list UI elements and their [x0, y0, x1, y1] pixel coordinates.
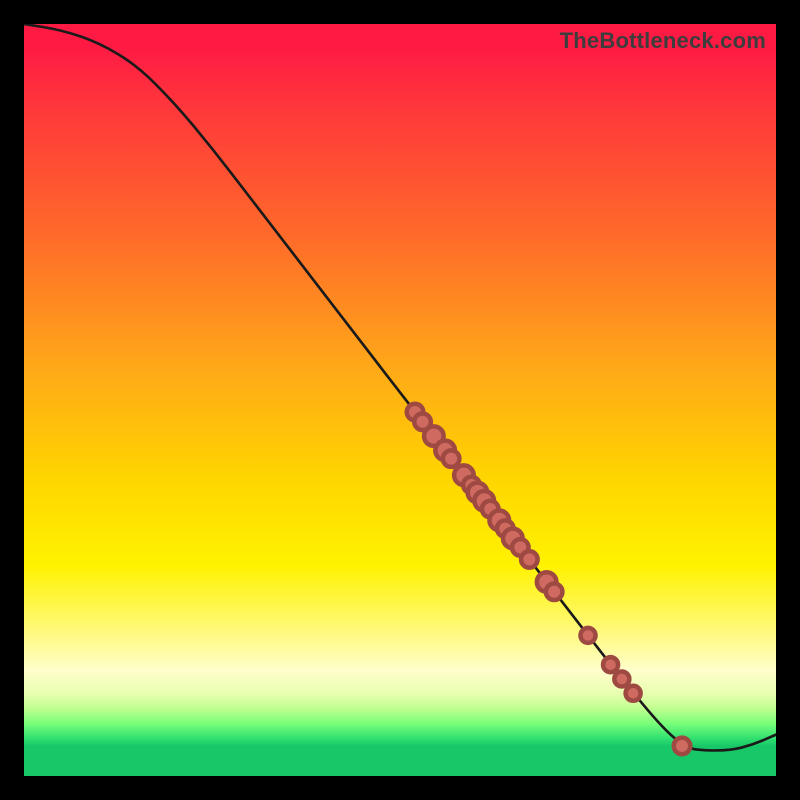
data-point — [443, 450, 460, 467]
data-points — [407, 404, 691, 754]
data-point — [626, 686, 641, 701]
data-point — [603, 657, 618, 672]
plot-area: TheBottleneck.com — [24, 24, 776, 776]
chart-svg — [24, 24, 776, 776]
data-point — [614, 671, 629, 686]
chart-stage: TheBottleneck.com — [0, 0, 800, 800]
data-point — [521, 551, 538, 568]
data-point — [580, 628, 595, 643]
data-point — [674, 738, 691, 755]
bottleneck-curve — [24, 24, 776, 750]
data-point — [546, 583, 563, 600]
